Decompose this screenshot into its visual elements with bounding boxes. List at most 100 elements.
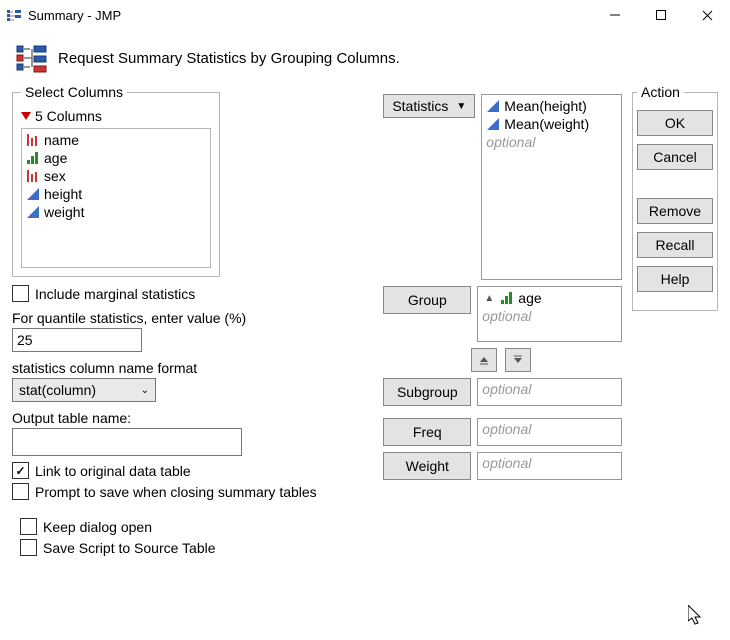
- save-script-row[interactable]: Save Script to Source Table: [20, 539, 383, 556]
- move-down-button[interactable]: [505, 348, 531, 372]
- link-original-checkbox[interactable]: [12, 462, 29, 479]
- continuous-icon: [486, 117, 500, 131]
- titlebar: Summary - JMP: [0, 0, 730, 30]
- continuous-icon: [486, 99, 500, 113]
- group-marker-icon: ▲: [482, 291, 496, 305]
- window-controls: [592, 0, 730, 30]
- list-item[interactable]: height: [24, 185, 208, 203]
- prompt-save-row[interactable]: Prompt to save when closing summary tabl…: [12, 483, 383, 500]
- recall-button[interactable]: Recall: [637, 232, 713, 258]
- include-marginal-label: Include marginal statistics: [35, 286, 195, 302]
- link-original-label: Link to original data table: [35, 463, 191, 479]
- keep-dialog-checkbox[interactable]: [20, 518, 37, 535]
- statistics-button[interactable]: Statistics ▼: [383, 94, 475, 118]
- app-icon: [6, 7, 22, 23]
- statistics-button-label: Statistics: [392, 98, 448, 114]
- stat-format-combo[interactable]: stat(column) ⌄: [12, 378, 156, 402]
- group-entry-label: age: [518, 290, 541, 306]
- freq-box[interactable]: optional: [477, 418, 622, 446]
- keep-dialog-row[interactable]: Keep dialog open: [20, 518, 383, 535]
- ok-button[interactable]: OK: [637, 110, 713, 136]
- weight-button[interactable]: Weight: [383, 452, 471, 480]
- cancel-label: Cancel: [653, 149, 697, 165]
- statistics-entry-label: Mean(weight): [504, 116, 589, 132]
- close-button[interactable]: [684, 0, 730, 30]
- ordinal-icon: [26, 151, 40, 165]
- statistics-entry-label: Mean(height): [504, 98, 587, 114]
- group-button[interactable]: Group: [383, 286, 471, 314]
- weight-box[interactable]: optional: [477, 452, 622, 480]
- freq-button[interactable]: Freq: [383, 418, 471, 446]
- output-name-input[interactable]: [12, 428, 242, 456]
- statistics-entry[interactable]: Mean(height): [486, 97, 617, 115]
- summary-icon: [16, 42, 48, 74]
- optional-placeholder: optional: [486, 133, 617, 151]
- cursor-icon: [688, 605, 706, 627]
- ok-label: OK: [665, 115, 685, 131]
- optional-placeholder: optional: [482, 307, 617, 325]
- column-list[interactable]: name age sex height weight: [21, 128, 211, 268]
- weight-button-label: Weight: [406, 458, 449, 474]
- list-item-label: height: [44, 186, 82, 202]
- statistics-entry[interactable]: Mean(weight): [486, 115, 617, 133]
- help-button[interactable]: Help: [637, 266, 713, 292]
- include-marginal-checkbox[interactable]: [12, 285, 29, 302]
- save-script-checkbox[interactable]: [20, 539, 37, 556]
- freq-button-label: Freq: [413, 424, 442, 440]
- group-entry[interactable]: ▲ age: [482, 289, 617, 307]
- quantile-label: For quantile statistics, enter value (%): [12, 310, 383, 326]
- chevron-down-icon: ⌄: [141, 385, 149, 396]
- list-item-label: sex: [44, 168, 66, 184]
- stat-format-label: statistics column name format: [12, 360, 383, 376]
- output-name-label: Output table name:: [12, 410, 383, 426]
- remove-label: Remove: [649, 203, 701, 219]
- maximize-button[interactable]: [638, 0, 684, 30]
- help-label: Help: [661, 271, 690, 287]
- prompt-save-checkbox[interactable]: [12, 483, 29, 500]
- optional-placeholder: optional: [482, 381, 531, 397]
- optional-placeholder: optional: [482, 455, 531, 471]
- select-columns-legend: Select Columns: [21, 84, 127, 100]
- statistics-box[interactable]: Mean(height) Mean(weight) optional: [481, 94, 622, 280]
- remove-button[interactable]: Remove: [637, 198, 713, 224]
- disclosure-triangle-icon[interactable]: [21, 112, 31, 120]
- recall-label: Recall: [656, 237, 695, 253]
- list-item[interactable]: age: [24, 149, 208, 167]
- group-button-label: Group: [408, 292, 447, 308]
- columns-count: 5 Columns: [35, 108, 102, 124]
- minimize-button[interactable]: [592, 0, 638, 30]
- select-columns-group: Select Columns 5 Columns name age sex: [12, 84, 220, 277]
- list-item-label: name: [44, 132, 79, 148]
- prompt-save-label: Prompt to save when closing summary tabl…: [35, 484, 317, 500]
- action-legend: Action: [637, 84, 684, 100]
- list-item[interactable]: weight: [24, 203, 208, 221]
- subgroup-button[interactable]: Subgroup: [383, 378, 471, 406]
- window-title: Summary - JMP: [28, 8, 592, 23]
- subgroup-box[interactable]: optional: [477, 378, 622, 406]
- nominal-icon: [26, 169, 40, 183]
- list-item-label: age: [44, 150, 67, 166]
- quantile-input[interactable]: [12, 328, 142, 352]
- move-up-button[interactable]: [471, 348, 497, 372]
- keep-dialog-label: Keep dialog open: [43, 519, 152, 535]
- stat-format-value: stat(column): [19, 382, 96, 398]
- subgroup-button-label: Subgroup: [397, 384, 458, 400]
- ordinal-icon: [500, 291, 514, 305]
- group-box[interactable]: ▲ age optional: [477, 286, 622, 342]
- save-script-label: Save Script to Source Table: [43, 540, 216, 556]
- link-original-row[interactable]: Link to original data table: [12, 462, 383, 479]
- optional-placeholder: optional: [482, 421, 531, 437]
- nominal-icon: [26, 133, 40, 147]
- cancel-button[interactable]: Cancel: [637, 144, 713, 170]
- header-text: Request Summary Statistics by Grouping C…: [58, 50, 400, 67]
- list-item-label: weight: [44, 204, 84, 220]
- header-row: Request Summary Statistics by Grouping C…: [0, 30, 730, 84]
- list-item[interactable]: name: [24, 131, 208, 149]
- action-group: Action OK Cancel Remove Recall Help: [632, 84, 718, 311]
- columns-header[interactable]: 5 Columns: [21, 106, 211, 128]
- include-marginal-row[interactable]: Include marginal statistics: [12, 285, 383, 302]
- caret-down-icon: ▼: [456, 101, 466, 112]
- list-item[interactable]: sex: [24, 167, 208, 185]
- continuous-icon: [26, 205, 40, 219]
- continuous-icon: [26, 187, 40, 201]
